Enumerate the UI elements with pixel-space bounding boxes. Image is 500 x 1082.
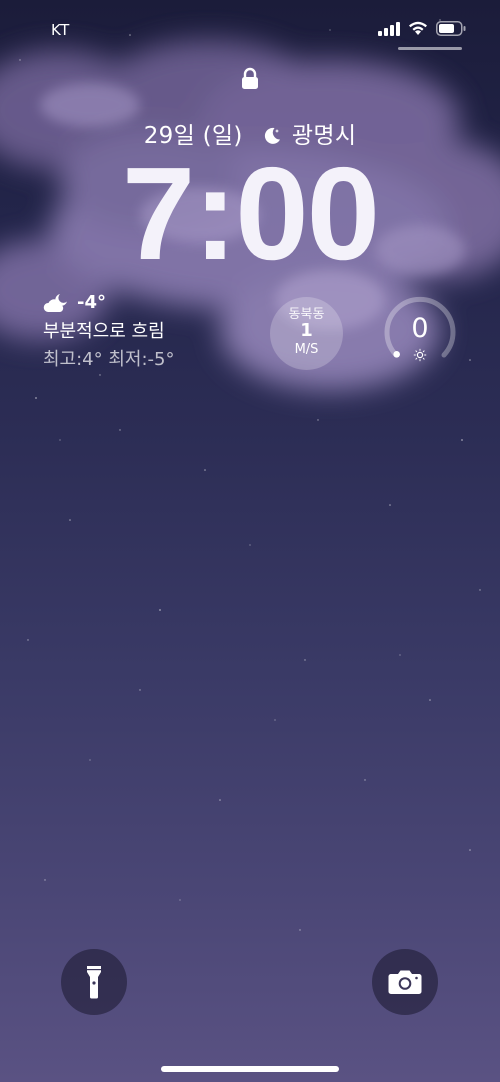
current-temperature: -4° — [77, 292, 106, 313]
wind-unit: M/S — [294, 342, 319, 357]
weather-temp-line: -4° — [43, 292, 175, 313]
partly-cloudy-night-icon — [43, 293, 67, 312]
carrier-name: KT — [51, 21, 70, 39]
flashlight-icon — [87, 966, 101, 999]
sun-icon — [413, 348, 427, 362]
weather-widget[interactable]: -4° 부분적으로 흐림 최고:4° 최저:-5° — [43, 292, 175, 371]
uv-level-marker — [393, 351, 400, 358]
uv-index-value: 0 — [411, 313, 429, 344]
lock-icon — [242, 67, 258, 89]
home-indicator[interactable] — [161, 1066, 339, 1072]
weather-condition: 부분적으로 흐림 — [43, 321, 165, 342]
wind-speed: 1 — [300, 320, 313, 341]
weather-high-low: 최고:4° 최저:-5° — [43, 349, 175, 370]
wifi-icon — [409, 21, 427, 35]
camera-icon — [388, 970, 422, 994]
wind-widget[interactable]: 동북동 1 M/S — [270, 297, 343, 370]
status-icons — [378, 21, 466, 36]
battery-icon — [436, 21, 466, 36]
uv-index-widget[interactable]: 0 — [382, 293, 458, 369]
flashlight-button[interactable] — [61, 949, 127, 1015]
control-center-grabber[interactable] — [398, 47, 462, 50]
cellular-signal-icon — [378, 21, 400, 36]
clock-time[interactable]: 7:00 — [0, 148, 500, 280]
status-bar: KT — [0, 0, 500, 60]
camera-button[interactable] — [372, 949, 438, 1015]
